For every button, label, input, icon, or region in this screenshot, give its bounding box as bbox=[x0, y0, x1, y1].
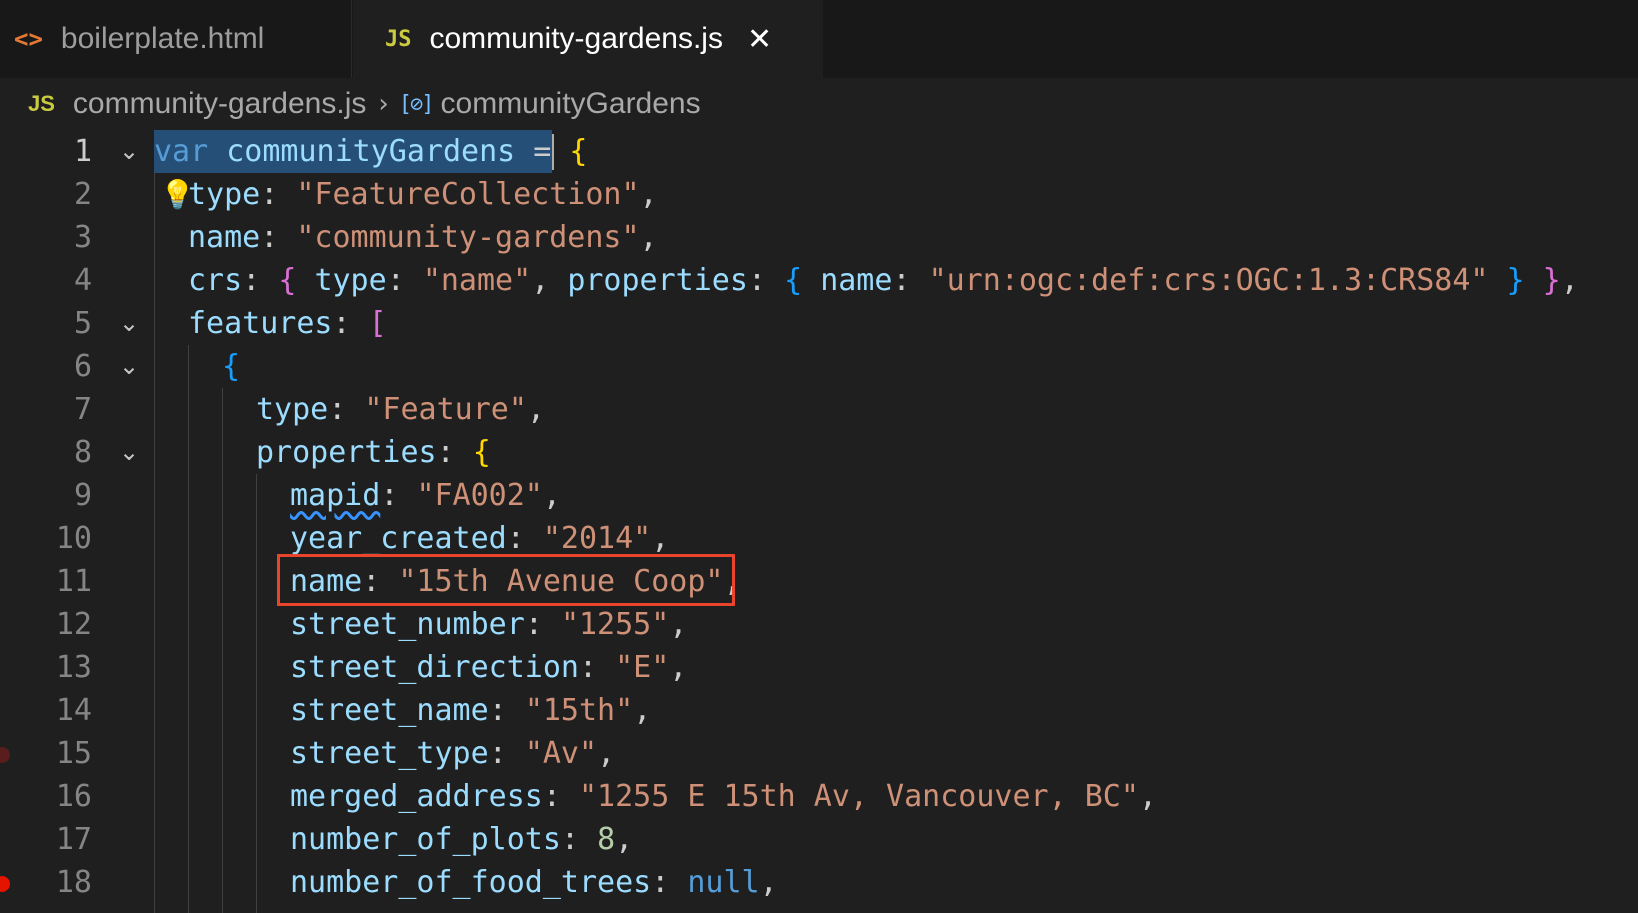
highlight-box bbox=[277, 554, 735, 606]
code-text: merged_address: "1255 E 15th Av, Vancouv… bbox=[290, 779, 1157, 814]
code-line: 11 name: "15th Avenue Coop", bbox=[0, 560, 1638, 603]
line-number: 12 bbox=[55, 607, 92, 642]
code-line: 15 street_type: "Av", bbox=[0, 732, 1638, 775]
code-text: var communityGardens = { bbox=[154, 134, 588, 169]
code-text: street_number: "1255", bbox=[290, 607, 688, 642]
text-cursor bbox=[552, 134, 554, 170]
code-line: 2 💡 type: "FeatureCollection", bbox=[0, 173, 1638, 216]
html-file-icon: <> bbox=[14, 25, 43, 53]
code-line: 1 ⌄ var communityGardens = { bbox=[0, 130, 1638, 173]
line-number: 14 bbox=[55, 693, 92, 728]
chevron-down-icon[interactable]: ⌄ bbox=[114, 431, 144, 474]
code-line: 10 year_created: "2014", bbox=[0, 517, 1638, 560]
tab-community-gardens-js[interactable]: JS community-gardens.js ✕ bbox=[353, 0, 823, 78]
chevron-down-icon[interactable]: ⌄ bbox=[114, 302, 144, 345]
code-line: 16 merged_address: "1255 E 15th Av, Vanc… bbox=[0, 775, 1638, 818]
code-text: { bbox=[222, 349, 241, 384]
code-text: mapid: "FA002", bbox=[290, 478, 561, 513]
code-text: type: "Feature", bbox=[256, 392, 545, 427]
breakpoint-icon[interactable] bbox=[0, 876, 10, 892]
breadcrumb-file[interactable]: community-gardens.js bbox=[73, 87, 366, 121]
code-text: features: [ bbox=[188, 306, 387, 341]
line-number: 8 bbox=[73, 435, 92, 470]
line-number: 13 bbox=[55, 650, 92, 685]
code-line: 8 ⌄ properties: { bbox=[0, 431, 1638, 474]
code-line: 4 crs: { type: "name", properties: { nam… bbox=[0, 259, 1638, 302]
line-number: 7 bbox=[73, 392, 92, 427]
tab-label: boilerplate.html bbox=[60, 22, 265, 55]
line-number: 4 bbox=[73, 263, 92, 298]
chevron-down-icon[interactable]: ⌄ bbox=[114, 345, 144, 388]
code-text: number_of_food_trees: null, bbox=[290, 865, 778, 900]
code-line: 3 name: "community-gardens", bbox=[0, 216, 1638, 259]
code-text: street_direction: "E", bbox=[290, 650, 688, 685]
code-line: 6 ⌄ { bbox=[0, 345, 1638, 388]
line-number: 9 bbox=[73, 478, 92, 513]
code-text: street_name: "15th", bbox=[290, 693, 652, 728]
code-text: properties: { bbox=[256, 435, 491, 470]
line-number: 6 bbox=[73, 349, 92, 384]
line-number: 18 bbox=[55, 865, 92, 900]
code-line: 12 street_number: "1255", bbox=[0, 603, 1638, 646]
code-text: name: "community-gardens", bbox=[188, 220, 658, 255]
code-line: 14 street_name: "15th", bbox=[0, 689, 1638, 732]
code-text: street_type: "Av", bbox=[290, 736, 616, 771]
chevron-down-icon[interactable]: ⌄ bbox=[114, 130, 144, 173]
line-number: 11 bbox=[55, 564, 92, 599]
tab-label: community-gardens.js bbox=[429, 22, 723, 55]
code-text: number_of_plots: 8, bbox=[290, 822, 634, 857]
js-file-icon: JS bbox=[28, 91, 55, 116]
close-icon[interactable]: ✕ bbox=[747, 22, 772, 57]
breadcrumb: JS community-gardens.js › [⊘] communityG… bbox=[0, 78, 1638, 130]
code-text: type: "FeatureCollection", bbox=[188, 177, 658, 212]
code-line: 18 number_of_food_trees: null, bbox=[0, 861, 1638, 904]
line-number: 2 bbox=[73, 177, 92, 212]
code-editor[interactable]: 1 ⌄ var communityGardens = { 2 💡 type: "… bbox=[0, 130, 1638, 913]
line-number: 10 bbox=[55, 521, 92, 556]
tab-boilerplate-html[interactable]: <> boilerplate.html bbox=[0, 0, 352, 78]
code-line: 5 ⌄ features: [ bbox=[0, 302, 1638, 345]
code-line: 7 type: "Feature", bbox=[0, 388, 1638, 431]
code-line: 17 number_of_plots: 8, bbox=[0, 818, 1638, 861]
tab-bar: <> boilerplate.html JS community-gardens… bbox=[0, 0, 1638, 78]
js-file-icon: JS bbox=[385, 26, 412, 52]
line-number: 16 bbox=[55, 779, 92, 814]
line-number: 15 bbox=[55, 736, 92, 771]
line-number: 3 bbox=[73, 220, 92, 255]
code-line: 9 mapid: "FA002", bbox=[0, 474, 1638, 517]
breakpoint-hint-icon[interactable] bbox=[0, 747, 10, 763]
line-number: 5 bbox=[73, 306, 92, 341]
code-line: 13 street_direction: "E", bbox=[0, 646, 1638, 689]
breadcrumb-symbol[interactable]: communityGardens bbox=[441, 87, 701, 121]
code-text: crs: { type: "name", properties: { name:… bbox=[188, 263, 1579, 298]
variable-symbol-icon: [⊘] bbox=[398, 91, 435, 117]
chevron-right-icon: › bbox=[378, 89, 389, 119]
line-number: 17 bbox=[55, 822, 92, 857]
line-number: 1 bbox=[73, 134, 92, 169]
